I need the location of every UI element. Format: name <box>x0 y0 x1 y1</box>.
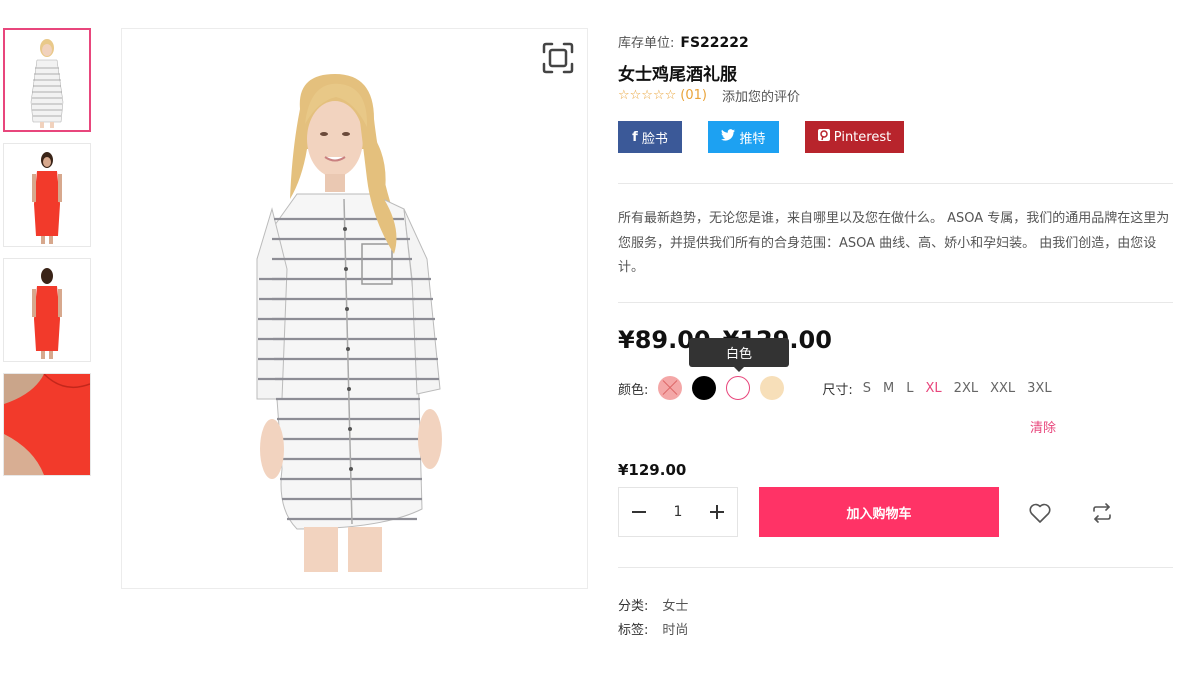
striped-dress-thumbnail-image <box>5 30 89 130</box>
color-tooltip: 白色 <box>689 338 789 372</box>
striped-dress-model-image <box>122 29 587 588</box>
pinterest-icon <box>817 129 830 145</box>
facebook-share-label: 脸书 <box>641 131 668 147</box>
tags-label: 标签: <box>618 623 649 638</box>
red-dress-front-thumbnail-image <box>4 144 90 246</box>
sku-label: 库存单位: <box>618 36 675 51</box>
variant-options: 颜色: 尺寸: S M L XL 2XL XXL 3XL <box>618 376 1064 400</box>
color-swatch-beige[interactable] <box>760 376 785 400</box>
rating-count[interactable]: (01) <box>680 88 707 103</box>
add-to-cart-button[interactable]: 加入购物车 <box>759 487 999 537</box>
size-option-2xl[interactable]: 2XL <box>954 381 978 396</box>
star-rating-icon: ☆☆☆☆☆ <box>618 88 677 103</box>
heart-wishlist-icon[interactable] <box>1028 501 1052 525</box>
red-dress-back-thumbnail-image <box>4 259 90 361</box>
product-title: 女士鸡尾酒礼服 <box>618 65 737 85</box>
twitter-share-label: 推特 <box>739 131 766 147</box>
thumbnail-red-dress-back[interactable] <box>3 258 91 362</box>
clear-selection-link[interactable]: 清除 <box>1030 417 1056 436</box>
tag-link[interactable]: 时尚 <box>662 623 688 638</box>
selected-price: ¥129.00 <box>618 461 687 479</box>
add-review-link[interactable]: 添加您的评价 <box>722 86 800 105</box>
thumbnail-red-dress-front[interactable] <box>3 143 91 247</box>
thumbnail-list <box>3 28 91 487</box>
divider <box>618 302 1173 303</box>
pinterest-share-label: Pinterest <box>833 129 892 145</box>
color-swatch-red-unavailable[interactable] <box>658 376 683 400</box>
product-description: 所有最新趋势，无论您是谁，来自哪里以及您在做什么。 ASOA 专属，我们的通用品… <box>618 211 1170 275</box>
size-option-xl[interactable]: XL <box>926 381 942 396</box>
minus-icon[interactable] <box>627 500 651 524</box>
divider <box>618 567 1173 568</box>
twitter-icon <box>721 129 736 145</box>
size-label: 尺寸: <box>822 382 853 398</box>
thumbnail-red-dress-detail[interactable] <box>3 373 91 476</box>
quantity-input[interactable] <box>663 504 693 520</box>
category-label: 分类: <box>618 599 649 614</box>
size-option-xxl[interactable]: XXL <box>990 381 1015 396</box>
twitter-share-button[interactable]: 推特 <box>708 121 779 153</box>
divider <box>618 183 1173 184</box>
plus-icon[interactable] <box>705 500 729 524</box>
product-rating: ☆☆☆☆☆ (01) 添加您的评价 <box>618 86 800 105</box>
compare-icon[interactable] <box>1090 501 1114 525</box>
color-swatch-black[interactable] <box>692 376 717 400</box>
tags-row: 标签: 时尚 <box>618 619 688 638</box>
facebook-icon: f <box>632 129 638 145</box>
sku: 库存单位: FS22222 <box>618 32 749 51</box>
color-swatch-white[interactable] <box>726 376 751 400</box>
share-buttons: f 脸书 推特 Pinterest <box>618 121 930 153</box>
color-label: 颜色: <box>618 382 649 398</box>
size-option-m[interactable]: M <box>883 381 894 396</box>
red-dress-detail-thumbnail-image <box>4 374 90 475</box>
sku-value: FS22222 <box>680 35 749 51</box>
fullscreen-zoom-icon[interactable] <box>542 42 574 74</box>
size-option-s[interactable]: S <box>863 381 871 396</box>
size-option-l[interactable]: L <box>906 381 913 396</box>
pinterest-share-button[interactable]: Pinterest <box>805 121 904 153</box>
size-option-3xl[interactable]: 3XL <box>1027 381 1051 396</box>
category-row: 分类: 女士 <box>618 595 688 614</box>
thumbnail-striped-dress[interactable] <box>3 28 91 132</box>
quantity-stepper <box>618 487 738 537</box>
main-product-image[interactable] <box>121 28 588 589</box>
facebook-share-button[interactable]: f 脸书 <box>618 121 682 153</box>
category-link[interactable]: 女士 <box>662 599 688 614</box>
